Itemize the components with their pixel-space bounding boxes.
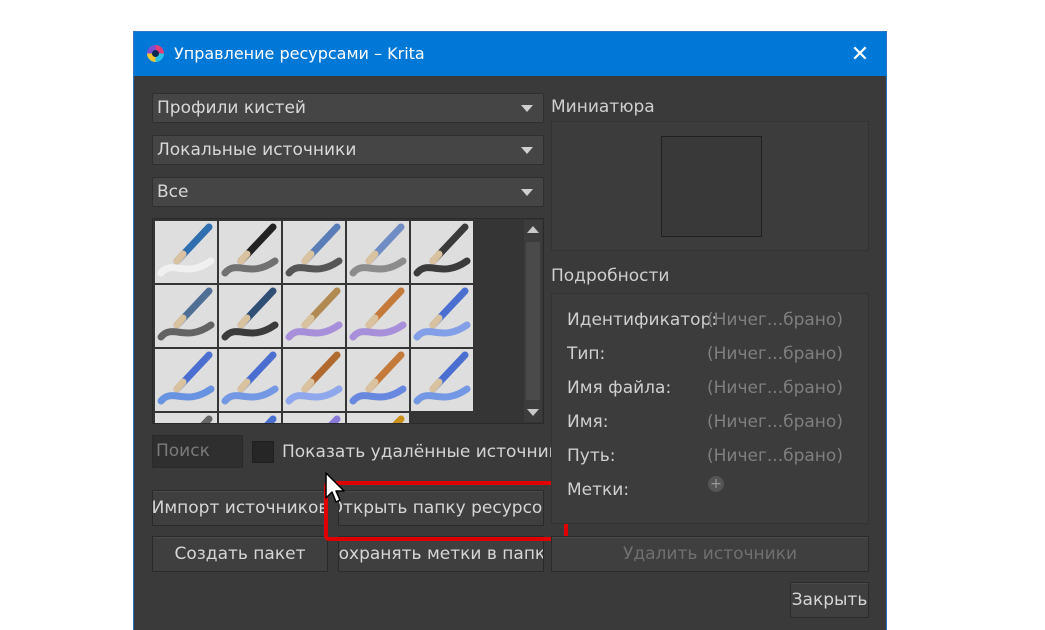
tags-label: Метки: (567, 480, 630, 500)
titlebar: Управление ресурсами – Krita ✕ (134, 32, 886, 76)
save-tags-button[interactable]: Сохранять метки в папку (338, 536, 544, 572)
detail-row-name: Имя: (Ничег...брано) (567, 412, 843, 432)
resource-thumbnail-empty (411, 413, 473, 423)
detail-key: Имя: (567, 412, 609, 432)
detail-row-id: Идентификатор: (Ничег...брано) (567, 310, 843, 330)
detail-key: Идентификатор: (567, 310, 718, 330)
add-tag-icon[interactable]: + (708, 476, 724, 492)
resource-thumbnail-gray-brush[interactable] (155, 413, 217, 423)
storage-select[interactable]: Локальные источники (152, 135, 544, 165)
resource-thumbnail-marker-brush[interactable] (155, 285, 217, 347)
preview-image (661, 136, 762, 237)
resource-thumbnail-blue-soft-brush[interactable] (219, 349, 281, 411)
close-button-label: Закрыть (791, 590, 868, 610)
resource-thumbnail-palette-knife-brush[interactable] (283, 285, 345, 347)
show-deleted-label: Показать удалённые источники (282, 442, 570, 462)
resource-thumbnails (155, 221, 475, 423)
chevron-down-icon (521, 105, 533, 112)
show-deleted-checkbox[interactable] (252, 441, 274, 463)
scroll-down-icon[interactable] (527, 409, 539, 416)
detail-key: Тип: (567, 344, 606, 364)
create-bundle-button[interactable]: Создать пакет (152, 536, 328, 572)
open-resource-folder-button[interactable]: Открыть папку ресурсов (338, 490, 544, 526)
detail-key: Путь: (567, 446, 616, 466)
detail-value: (Ничег...брано) (707, 446, 843, 466)
detail-value: (Ничег...брано) (707, 344, 843, 364)
resource-thumbnail-blue-flat-brush[interactable] (411, 349, 473, 411)
detail-value: (Ничег...брано) (707, 378, 843, 398)
preview-panel (551, 121, 869, 251)
resource-thumbnail-blue-broad-brush[interactable] (283, 349, 345, 411)
preview-label: Миниатюра (551, 97, 655, 117)
details-label: Подробности (551, 266, 670, 286)
scroll-up-icon[interactable] (527, 226, 539, 233)
resource-type-value: Профили кистей (157, 98, 306, 118)
resource-thumbnail-lavender-brush[interactable] (283, 413, 345, 423)
search-input[interactable]: Поиск (152, 435, 243, 468)
detail-row-filename: Имя файла: (Ничег...брано) (567, 378, 843, 398)
window-title: Управление ресурсами – Krita (174, 44, 425, 63)
details-panel: Идентификатор: (Ничег...брано) Тип: (Нич… (551, 293, 869, 524)
resource-thumbnail-gold-brush[interactable] (347, 413, 409, 423)
close-icon[interactable]: ✕ (834, 32, 886, 76)
import-resources-button[interactable]: Импорт источников (152, 490, 328, 526)
resource-thumbnail-ink-pen-brush[interactable] (219, 221, 281, 283)
resource-thumbnail-watercolor-brush[interactable] (347, 285, 409, 347)
detail-row-type: Тип: (Ничег...брано) (567, 344, 843, 364)
detail-value: (Ничег...брано) (707, 412, 843, 432)
tag-value: Все (157, 182, 189, 202)
resource-thumbnail-pencil-brush[interactable] (283, 221, 345, 283)
detail-key: Имя файла: (567, 378, 672, 398)
krita-icon (147, 45, 164, 62)
resource-thumbnail-blue-wet-brush[interactable] (155, 349, 217, 411)
tag-select[interactable]: Все (152, 177, 544, 207)
resource-thumbnail-pencil-light-brush[interactable] (347, 221, 409, 283)
resource-thumbnail-blue-brush[interactable] (411, 285, 473, 347)
grid-scrollbar[interactable] (524, 220, 542, 422)
resource-type-select[interactable]: Профили кистей (152, 93, 544, 123)
close-button[interactable]: Закрыть (790, 582, 869, 618)
resource-thumbnail-blue-fan-brush[interactable] (347, 349, 409, 411)
resource-thumbnail-eraser-brush[interactable] (155, 221, 217, 283)
chevron-down-icon (521, 147, 533, 154)
resource-thumbnail-fountain-pen-brush[interactable] (411, 221, 473, 283)
resource-thumbnail-marker-dark-brush[interactable] (219, 285, 281, 347)
delete-resources-button[interactable]: Удалить источники (551, 536, 869, 572)
resource-manager-dialog: Управление ресурсами – Krita ✕ Профили к… (133, 31, 887, 630)
resource-thumbnail-blue-stroke-brush[interactable] (219, 413, 281, 423)
storage-value: Локальные источники (157, 140, 357, 160)
detail-row-tags: Метки: (567, 480, 629, 500)
resource-grid[interactable] (152, 218, 544, 424)
detail-row-path: Путь: (Ничег...брано) (567, 446, 843, 466)
scroll-thumb[interactable] (526, 242, 540, 400)
detail-value: (Ничег...брано) (707, 310, 843, 330)
chevron-down-icon (521, 189, 533, 196)
